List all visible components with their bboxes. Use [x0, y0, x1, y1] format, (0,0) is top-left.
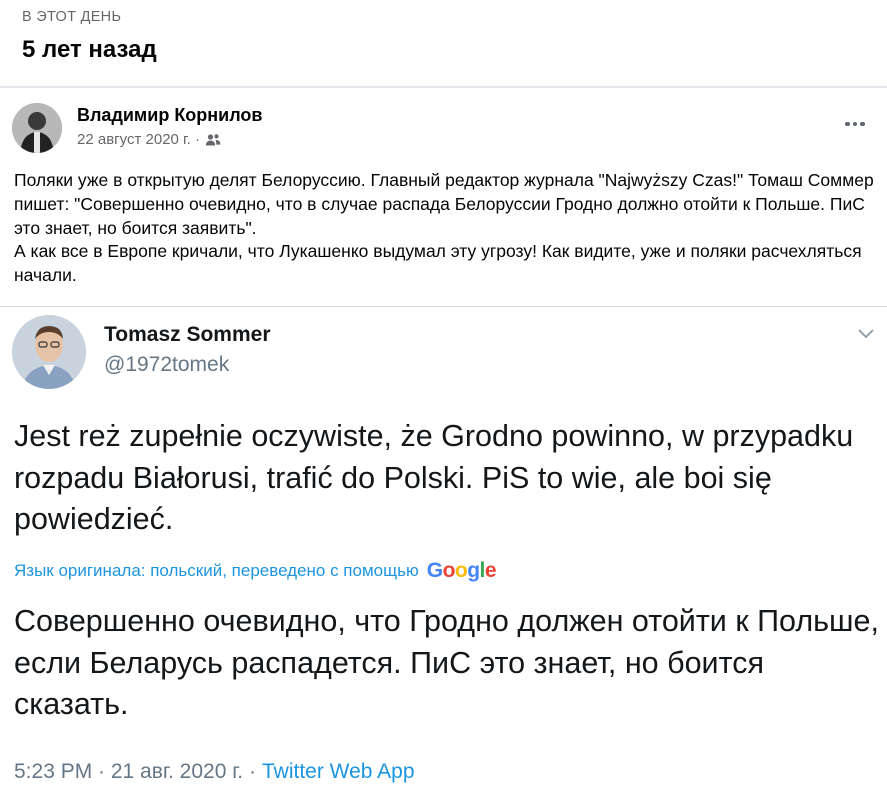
- facebook-post: Владимир Корнилов 22 август 2020 г. · По…: [0, 88, 887, 308]
- tweet-author-handle[interactable]: @1972tomek: [104, 353, 229, 377]
- post-text: Поляки уже в открытую делят Белоруссию. …: [14, 170, 874, 286]
- post-date[interactable]: 22 август 2020 г. ·: [77, 131, 200, 148]
- memory-header: В ЭТОТ ДЕНЬ 5 лет назад: [0, 0, 887, 86]
- friends-icon: [205, 133, 221, 147]
- embedded-tweet: Tomasz Sommer @1972tomek Jest reż zupełn…: [0, 307, 887, 800]
- more-options-icon: [845, 121, 850, 127]
- tweet-source-link[interactable]: Twitter Web App: [262, 760, 415, 784]
- translation-attribution: Язык оригинала: польский, переведено с п…: [14, 559, 497, 583]
- tweet-original-text: Jest reż zupełnie oczywiste, że Grodno p…: [14, 419, 854, 536]
- tweet-translated-text: Совершенно очевидно, что Гродно должен о…: [14, 604, 879, 721]
- author-name[interactable]: Владимир Корнилов: [77, 105, 262, 126]
- tweet-avatar[interactable]: [12, 315, 86, 389]
- translation-note[interactable]: Язык оригинала: польский, переведено с п…: [14, 561, 419, 581]
- post-meta: 22 август 2020 г. ·: [77, 131, 221, 148]
- memory-title: 5 лет назад: [22, 36, 157, 63]
- tweet-author-name[interactable]: Tomasz Sommer: [104, 323, 271, 347]
- tweet-timestamp[interactable]: 5:23 PM · 21 авг. 2020 г. ·: [14, 760, 256, 784]
- google-logo: Google: [426, 559, 497, 582]
- tweet-footer: 5:23 PM · 21 авг. 2020 г. · Twitter Web …: [14, 760, 415, 784]
- more-options-button[interactable]: [841, 116, 869, 132]
- chevron-down-icon[interactable]: [857, 327, 875, 339]
- author-avatar[interactable]: [12, 103, 62, 153]
- memory-label: В ЭТОТ ДЕНЬ: [22, 9, 122, 25]
